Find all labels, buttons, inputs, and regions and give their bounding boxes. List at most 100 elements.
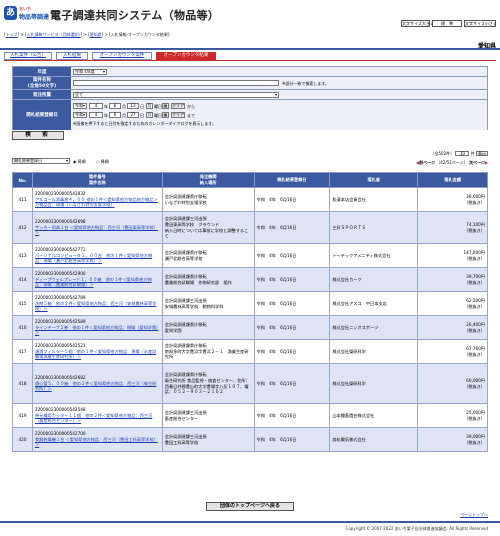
search-button[interactable]: 検 索 [12, 131, 64, 140]
row-case: 2200002300000542521 濾過フィルター５個 他の１件＜愛知県他方物… [31, 339, 163, 364]
calendar-icon[interactable]: ▦ [162, 112, 169, 118]
breadcrumb-top[interactable]: トップ [6, 32, 18, 37]
delivery-place: 農業総合試験場 作物研究部 稲作 [164, 279, 232, 285]
dept-label: 発注所属 [13, 90, 71, 99]
per-page-select[interactable]: 10 [455, 151, 470, 156]
col-dept: 発注機関 納入場所 [161, 172, 255, 188]
row-winner: トーテックアメニティ株式会社 [329, 243, 419, 268]
row-date: 令和 4年 6月16日 [253, 211, 331, 244]
row-winner: 株式会社ニシオスポーツ [329, 315, 419, 340]
prev-page-link[interactable]: 前ページ [419, 160, 435, 165]
row-winner: 株式会社カーク [329, 267, 419, 292]
delivery-place: いなざわ特別支援学校 [164, 199, 207, 205]
delivery-place: 衛生研究所 食品監視・検査センター、住所：西春日井郡豊山町大字豊場字八反１０７、… [164, 377, 250, 395]
total-count: （全502件） 10 件 表示 [430, 151, 488, 156]
row-price: 147,000円 （税抜き） [417, 243, 488, 268]
table-row: 412 2200002300000542698 サッカー用具１台 ＜愛知県他方物品：… [12, 211, 488, 244]
table-row: 419 2200002300000542548 単元種用カッター１１個 他の２件＜愛… [12, 403, 488, 428]
date-from-era[interactable]: 令和 [73, 103, 87, 109]
tab-open-counter[interactable]: オープンカウンタ案件 [92, 52, 152, 60]
row-date: 令和 4年 6月16日 [253, 403, 331, 428]
next-arrow-icon: ▶ [484, 160, 488, 165]
date-from-month[interactable]: 6 [109, 103, 121, 109]
breadcrumb: [トップ] > [入札情報サービス（団体選択）] > [愛知県] > [入札情報… [4, 32, 170, 37]
footer-bar [0, 521, 500, 523]
row-case: 2200002300000542548 単元種用カッター１１個 他の２件＜愛知県他… [31, 403, 163, 428]
date-to-year[interactable]: 4 [89, 112, 103, 118]
tab-underline [4, 60, 496, 61]
row-no: 415 [12, 291, 33, 316]
delivery-place: 豊田東高等学校 グラウンド 納入日時については事前に学校と調整すること [164, 221, 249, 239]
row-price: 25,000円 （税抜き） [417, 403, 488, 428]
case-name-cont[interactable]: 方物品会：現場（いなざわ特別支援学校） [35, 202, 160, 208]
tax-note: （税抜き） [464, 303, 485, 309]
tab-bid-notice[interactable]: 入札案件（公告） [4, 52, 52, 60]
font-small-button[interactable]: 文字サイズ小さく [464, 20, 497, 27]
row-dept: 会計局調達課県庁移転 愛知学園 [161, 315, 255, 340]
breadcrumb-pref[interactable]: 愛知県 [90, 32, 102, 37]
pager: ◀前ページ （42/51ページ） 次ページ▶ [416, 160, 488, 166]
logo[interactable]: あ あいち 物品等調達 [4, 6, 49, 22]
row-winner: 山本種畜園芸株式会社 [329, 403, 419, 428]
tab-bid-result[interactable]: 入札結果 [56, 52, 88, 60]
row-price: 60,000円 （税抜き） [417, 363, 488, 404]
row-no: 420 [12, 427, 33, 452]
asc-radio[interactable]: ◉ 昇順 [73, 159, 86, 165]
row-no: 416 [12, 315, 33, 340]
page-top-link[interactable]: ページトップへ [460, 512, 488, 518]
table-row: 416 2200002300000542589 ラインテープ２巻 他の１件＜愛知県他… [12, 315, 488, 340]
date-to-day[interactable]: 27 [127, 112, 139, 118]
row-winner: 松清本店会資会社 [329, 187, 419, 212]
case-name-link[interactable]: サッカー用具１台 ＜愛知県他方物品：西三河（豊田東高等学校）＞ [35, 225, 160, 236]
date-from-day[interactable]: 13 [127, 103, 139, 109]
next-page-link[interactable]: 次ページ [469, 160, 485, 165]
row-dept: 会計局調達課三河出張 安城農林高等学校 動物科学科 [161, 291, 255, 316]
tax-note: （税抜き） [464, 279, 485, 285]
row-case: 2200002300000542771 パーソナルコンピュータ１，００台 他の１件… [31, 243, 163, 268]
date-to-clear-button[interactable]: クリア [171, 112, 185, 118]
case-name-link[interactable]: 食器乾燥機１台 ＜愛知県他方物品：西三河（豊田工科高等学校）＞ [35, 437, 160, 448]
row-date: 令和 4年 6月16日 [253, 291, 331, 316]
date-to-month[interactable]: 6 [109, 112, 121, 118]
row-no: 418 [12, 363, 33, 404]
dept-row: 発注所属 全て [13, 90, 487, 100]
case-name-link[interactable]: ディープウェルプレート１，００箱 他の１件＜愛知県他方物品：現場（農業総合試験場… [35, 277, 160, 288]
date-from-year[interactable]: 4 [89, 103, 103, 109]
case-name-link[interactable]: パーソナルコンピュータ１，００台 他の１件＜愛知県他方物品：現場（瀬戸北総合高等… [35, 253, 160, 264]
case-name-link[interactable]: 単元種用カッター１１個 他の２件＜愛知県他方物品：西三河（畜産総合センター）＞ [35, 413, 160, 424]
row-case: 2200002300000542789 洗剤５箱 他の２件＜愛知県他方物品：西三河… [31, 291, 163, 316]
case-name-label: 案件名称 (全角50文字) [13, 77, 71, 89]
case-name-link[interactable]: 遠心管５，００箱 他の２件＜愛知県他方物品：西三河（衛生研究所）＞ [35, 381, 160, 392]
font-standard-button[interactable]: 標 準 [432, 20, 462, 27]
row-winner: 扇松電気株式会社 [329, 427, 419, 452]
dept-select[interactable]: 全て [73, 92, 279, 98]
row-price: 39,000円 （税抜き） [417, 427, 488, 452]
row-no: 417 [12, 339, 33, 364]
calendar-icon[interactable]: ▦ [162, 103, 169, 109]
group-top-button[interactable]: 団体のトップページへ戻る [206, 502, 294, 511]
case-name-link[interactable]: 濾過フィルター５個 他の１件＜愛知県他方物品：現場（水産試験場漁業生産研究所）＞ [35, 349, 160, 360]
date-to-era[interactable]: 令和 [73, 112, 87, 118]
row-dept: 会計局調達課県庁移転 南知多町大字豊浜字豊浜２－１ 漁業生産研究所 [161, 339, 255, 364]
desc-radio[interactable]: ○ 降順 [96, 159, 109, 165]
case-name-link[interactable]: ラインテープ２巻 他の１件＜愛知県他方物品：現場（愛知学園）＞ [35, 325, 160, 336]
sort-select[interactable]: 開札結果登録日 [12, 158, 70, 164]
col-price: 落札金額 [417, 172, 488, 188]
row-date: 令和 4年 6月16日 [253, 363, 331, 404]
row-dept: 会計局調達課三河出張 畜産総合センター [161, 403, 255, 428]
breadcrumb-info[interactable]: 入札情報サービス（団体選択） [27, 32, 81, 37]
case-name-link[interactable]: 洗剤５箱 他の２件＜愛知県他方物品：西三河（安城農林高等学校）＞ [35, 301, 160, 312]
date-from-clear-button[interactable]: クリア [171, 103, 185, 109]
font-large-button[interactable]: 文字サイズ大きく [401, 20, 434, 27]
year-label: 年度 [13, 67, 71, 76]
tab-open-counter-result[interactable]: オープンカウンタ結果 [156, 52, 216, 60]
app-title: 電子調達共同システム（物品等） [50, 9, 220, 22]
col-no: No. [12, 172, 33, 188]
table-row: 411 2200002300000542832 アルコール消毒液４，００ 他の１件＜… [12, 187, 488, 212]
row-winner: 株式会社榮研科学 [329, 363, 419, 404]
row-dept: 会計局調達課県庁移転 衛生研究所 食品監視・検査センター、住所：西春日井郡豊山町大… [161, 363, 255, 404]
case-name-input[interactable] [73, 80, 279, 86]
display-button[interactable]: 表示 [476, 151, 488, 156]
year-select[interactable]: 令和 4年度 [73, 69, 107, 75]
row-no: 411 [12, 187, 33, 212]
